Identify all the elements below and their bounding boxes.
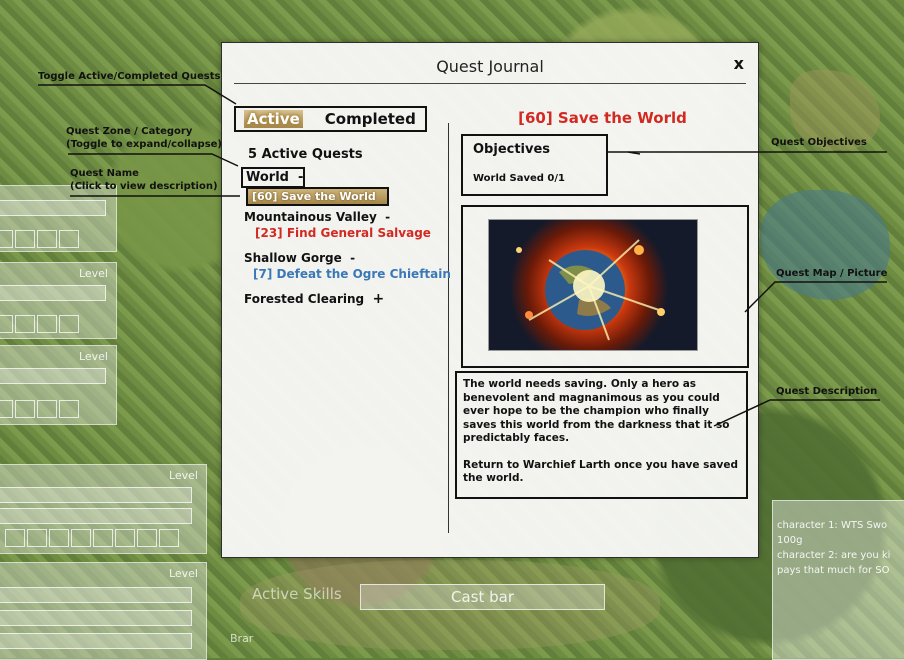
health-bar xyxy=(0,487,192,503)
chat-message: pays that much for SO xyxy=(777,565,890,576)
health-bar xyxy=(0,368,106,384)
quest-item[interactable]: [23] Find General Salvage xyxy=(255,226,431,240)
annotation-description: Quest Description xyxy=(776,386,878,397)
annotation-map: Quest Map / Picture xyxy=(776,268,888,279)
annotation-quest-name: Quest Name xyxy=(70,168,139,179)
tab-completed[interactable]: Completed xyxy=(325,110,416,128)
tab-active[interactable]: Active xyxy=(244,110,303,128)
quest-journal-window: Quest Journal x Active Completed 5 Activ… xyxy=(221,42,759,558)
buff-slots xyxy=(0,230,79,248)
collapse-toggle-icon: - xyxy=(385,210,391,224)
exploding-planet-image xyxy=(488,219,698,351)
target-frame: Level xyxy=(0,562,207,660)
zone-name: Mountainous Valley xyxy=(244,210,377,224)
buff-slots xyxy=(0,400,79,418)
annotation-toggle: Toggle Active/Completed Quests xyxy=(38,71,221,82)
level-label: Level xyxy=(78,350,108,363)
chat-message: character 1: WTS Swo xyxy=(777,520,888,531)
zone-name: Shallow Gorge xyxy=(244,251,342,265)
zone-name: World xyxy=(246,170,289,185)
column-divider xyxy=(448,123,449,533)
buff-slots xyxy=(0,315,79,333)
collapse-toggle-icon: - xyxy=(350,251,356,265)
annotation-quest-name-hint: (Click to view description) xyxy=(70,181,218,192)
annotation-objectives: Quest Objectives xyxy=(771,137,867,148)
level-label: Level xyxy=(168,469,198,482)
health-bar xyxy=(0,285,106,301)
chat-message: character 2: are you ki xyxy=(777,550,891,561)
party-frame: Level xyxy=(0,345,117,425)
quest-tabs: Active Completed xyxy=(234,106,427,132)
collapse-toggle-icon: - xyxy=(298,170,304,185)
cast-progress-bar xyxy=(0,633,192,649)
expand-toggle-icon: + xyxy=(372,291,385,307)
objectives-heading: Objectives xyxy=(473,142,551,157)
annotation-zone: Quest Zone / Category xyxy=(66,126,193,137)
buff-slots xyxy=(5,529,179,547)
skill-slot-label: Brar xyxy=(230,632,254,645)
objective-progress: World Saved 0/1 xyxy=(473,173,566,184)
quest-description-panel: The world needs saving. Only a hero as b… xyxy=(455,371,748,499)
quest-item[interactable]: [7] Defeat the Ogre Chieftain xyxy=(253,267,451,281)
player-frame: Level xyxy=(0,464,207,554)
quest-turn-in-text: Return to Warchief Larth once you have s… xyxy=(463,458,738,485)
zone-header-world[interactable]: World - xyxy=(241,167,305,188)
quest-item-selected[interactable]: [60] Save the World xyxy=(246,187,389,206)
health-bar xyxy=(0,587,192,603)
objectives-panel: Objectives World Saved 0/1 xyxy=(461,134,608,196)
cast-bar: Cast bar xyxy=(360,584,605,610)
party-frame xyxy=(0,185,117,252)
quest-detail-title: [60] Save the World xyxy=(518,109,687,127)
active-skills-label: Active Skills xyxy=(252,585,342,603)
health-bar xyxy=(0,200,106,216)
quest-count: 5 Active Quests xyxy=(248,147,363,162)
mana-bar xyxy=(0,508,192,524)
quest-picture-panel xyxy=(461,205,749,368)
close-button[interactable]: x xyxy=(734,54,744,73)
annotation-zone-hint: (Toggle to expand/collapse) xyxy=(66,139,223,150)
chat-window[interactable]: character 1: WTS Swo 100g character 2: a… xyxy=(772,500,904,660)
zone-name: Forested Clearing xyxy=(244,292,365,306)
party-frame: Level xyxy=(0,262,117,339)
window-title: Quest Journal xyxy=(436,57,544,76)
mana-bar xyxy=(0,610,192,626)
zone-header-forested-clearing[interactable]: Forested Clearing + xyxy=(244,291,384,307)
chat-message: 100g xyxy=(777,535,803,546)
zone-header-mountainous-valley[interactable]: Mountainous Valley - xyxy=(244,210,390,224)
level-label: Level xyxy=(168,567,198,580)
quest-description: The world needs saving. Only a hero as b… xyxy=(463,378,730,444)
title-divider xyxy=(234,83,746,84)
level-label: Level xyxy=(78,267,108,280)
zone-header-shallow-gorge[interactable]: Shallow Gorge - xyxy=(244,251,355,265)
